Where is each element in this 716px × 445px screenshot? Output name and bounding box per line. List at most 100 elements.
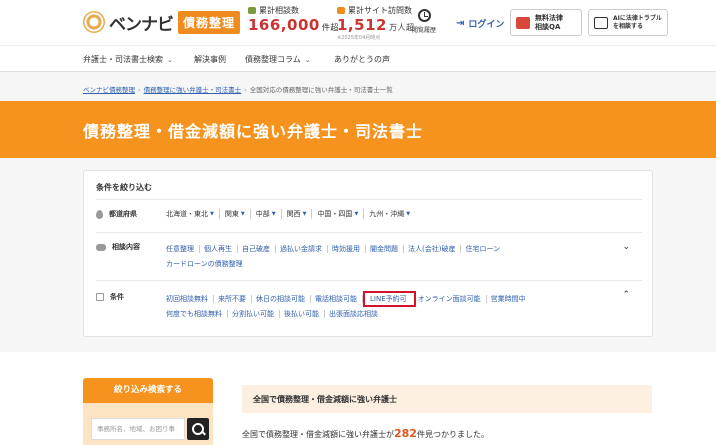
chat-icon: [248, 7, 256, 14]
region-hokkaido-tohoku[interactable]: 北海道・東北 ▼: [166, 209, 220, 219]
condition-option-free-first[interactable]: 初回相談無料: [166, 295, 214, 303]
results-prefix: 全国で債務整理・借金減額に強い弁護士が: [242, 430, 394, 439]
login-icon: ⇥: [456, 18, 465, 29]
ai-button-line2: を相談する: [613, 22, 644, 30]
consult-option-cardloan[interactable]: カードローンの債務整理: [166, 260, 248, 268]
sidebar-search-panel: [83, 403, 213, 445]
results-heading-text: 全国で債務整理・借金減額に強い弁護士: [253, 395, 397, 404]
legal-qa-button[interactable]: 無料法律 相談QA: [510, 9, 582, 36]
chevron-down-icon: ▼: [302, 211, 307, 217]
divider: [96, 280, 642, 281]
person-icon: [337, 7, 345, 14]
filter-row-consult: 相談内容 任意整理 個人再生 自己破産 過払い金請求 時効援用 闇金問題 法人(会社)破産住…: [96, 242, 642, 272]
nav-item-label: 解決事例: [194, 55, 226, 64]
condition-option-installment[interactable]: 分割払い可能: [232, 310, 280, 318]
chevron-down-icon: ⌄: [167, 55, 173, 64]
nav-item-lawyer-search[interactable]: 弁護士・司法書士検索 ⌄: [83, 54, 173, 65]
consult-label: 相談内容: [112, 243, 140, 251]
chevron-down-icon: ⌄: [304, 55, 311, 64]
condition-option-holiday[interactable]: 休日の相談可能: [256, 295, 311, 303]
divider: [96, 199, 642, 200]
consult-option-hojin[interactable]: 法人(会社)破産: [408, 245, 462, 253]
logo-mark-icon: [83, 11, 105, 33]
history-label: 閲覧履歴: [411, 27, 436, 34]
site-logo[interactable]: ベンナビ 債務整理: [83, 9, 241, 35]
page-title: 債務整理・借金減額に強い弁護士・司法書士: [83, 122, 424, 141]
results-heading: 全国で債務整理・借金減額に強い弁護士: [242, 385, 652, 413]
condition-options: 初回相談無料 来所不要 休日の相談可能 電話相談可能 LINE予約可 オンライン面談可能営…: [166, 291, 596, 322]
nav-item-cases[interactable]: 解決事例: [194, 54, 226, 65]
condition-option-deferred[interactable]: 後払い可能: [284, 310, 325, 318]
condition-option-line[interactable]: LINE予約可: [363, 291, 416, 307]
region-list: 北海道・東北 ▼ 関東 ▼ 中部 ▼ 関西 ▼ 中国・四国 ▼ 九州・沖縄 ▼: [166, 209, 415, 219]
nav-item-label: 債務整理コラム: [245, 55, 301, 64]
consult-option-yamikin[interactable]: 闇金問題: [370, 245, 404, 253]
logo-text: ベンナビ: [109, 14, 174, 35]
location-pin-icon: [96, 209, 103, 219]
history-button[interactable]: 閲覧履歴: [409, 9, 439, 34]
chevron-down-icon: ▼: [210, 211, 214, 217]
chevron-down-icon: ▼: [271, 211, 276, 217]
condition-option-phone[interactable]: 電話相談可能: [315, 295, 363, 303]
region-chubu[interactable]: 中部 ▼: [251, 209, 282, 219]
breadcrumb-link-home[interactable]: ベンナビ債務整理: [83, 86, 135, 94]
login-link[interactable]: ⇥ ログイン: [456, 17, 504, 30]
consult-option-kojin[interactable]: 個人再生: [204, 245, 238, 253]
ai-consult-button[interactable]: AIに法律トラブル を相談する: [588, 9, 668, 36]
consult-option-jutaku[interactable]: 住宅ローン: [465, 245, 505, 253]
results-count: 282: [394, 427, 417, 440]
login-label: ログイン: [468, 20, 505, 30]
page-banner: 債務整理・借金減額に強い弁護士・司法書士: [0, 101, 716, 158]
nav-item-column[interactable]: 債務整理コラム ⌄: [245, 54, 311, 65]
ai-button-line1: AIに法律トラブル: [613, 15, 662, 22]
qa-button-line2: 相談QA: [535, 22, 561, 31]
breadcrumb-current: 全国対応の債務整理に強い弁護士・司法書士一覧: [249, 86, 393, 94]
filter-title: 条件を絞り込む: [96, 183, 152, 192]
filter-panel: 条件を絞り込む 都道府県 北海道・東北 ▼ 関東 ▼ 中部 ▼ 関西 ▼ 中国・四国 ▼ …: [83, 170, 653, 337]
results-count-line: 全国で債務整理・借金減額に強い弁護士が282件見つかりました。: [242, 427, 489, 440]
site-header: ベンナビ 債務整理 累計相談数 166,000 件超 累計サイト訪問数 1,512…: [0, 0, 716, 45]
filter-row-condition: 条件 初回相談無料 来所不要 休日の相談可能 電話相談可能 LINE予約可 オンライン面談…: [96, 290, 642, 322]
results-suffix: 件見つかりました。: [416, 430, 489, 439]
search-icon[interactable]: [187, 418, 209, 440]
sidebar-search-title: 絞り込み検索する: [83, 378, 213, 403]
stat-consultations: 累計相談数 166,000 件超: [248, 5, 339, 34]
filter-row-region: 都道府県 北海道・東北 ▼ 関東 ▼ 中部 ▼ 関西 ▼ 中国・四国 ▼ 九州・沖縄 ▼: [96, 209, 642, 221]
chevron-down-icon: ▼: [354, 211, 359, 217]
consult-option-jiko[interactable]: 自己破産: [242, 245, 276, 253]
condition-option-on-site[interactable]: 出張面談応相談: [329, 310, 383, 318]
history-icon: [417, 9, 431, 22]
stat-consultations-value: 166,000: [248, 16, 320, 34]
condition-option-unlimited-free[interactable]: 何度でも相談無料: [166, 310, 228, 318]
breadcrumb: ベンナビ債務整理 › 債務整理に強い弁護士・司法書士 › 全国対応の債務整理に強い弁護士…: [83, 86, 393, 94]
nav-item-label: 弁護士・司法書士検索: [83, 55, 163, 64]
region-kanto[interactable]: 関東 ▼: [220, 209, 251, 219]
condition-option-no-visit[interactable]: 来所不要: [218, 295, 252, 303]
keyword-search-input[interactable]: [91, 418, 185, 440]
chevron-up-icon[interactable]: ⌃: [622, 290, 630, 300]
ai-icon: [594, 16, 608, 29]
chat-bubble-icon: [96, 243, 106, 251]
stat-visitors-value: 1,512: [337, 16, 387, 34]
breadcrumb-link-category[interactable]: 債務整理に強い弁護士・司法書士: [144, 86, 242, 94]
checkbox-icon: [96, 293, 104, 301]
region-kyushu-okinawa[interactable]: 九州・沖縄 ▼: [364, 209, 415, 219]
chevron-down-icon[interactable]: ⌄: [622, 242, 630, 252]
consult-option-nini[interactable]: 任意整理: [166, 245, 200, 253]
consult-option-jiko-enyo[interactable]: 時効援用: [332, 245, 366, 253]
stat-visitors-note: ※2025年04月時点: [337, 35, 381, 41]
region-kansai[interactable]: 関西 ▼: [282, 209, 313, 219]
divider: [96, 232, 642, 233]
chevron-down-icon: ▼: [240, 211, 245, 217]
condition-option-business-hours[interactable]: 営業時間中: [491, 295, 531, 303]
main-nav: 弁護士・司法書士検索 ⌄ 解決事例 債務整理コラム ⌄ ありがとうの声: [0, 45, 716, 72]
consult-option-kabarai[interactable]: 過払い金請求: [280, 245, 328, 253]
condition-label: 条件: [110, 293, 124, 301]
nav-item-label: ありがとうの声: [334, 55, 390, 64]
region-chugoku-shikoku[interactable]: 中国・四国 ▼: [312, 209, 365, 219]
consult-options: 任意整理 個人再生 自己破産 過払い金請求 時効援用 闇金問題 法人(会社)破産 住宅ローンカ…: [166, 242, 596, 272]
logo-badge: 債務整理: [178, 10, 241, 34]
qa-button-line1: 無料法律: [535, 13, 563, 22]
condition-option-online[interactable]: オンライン面談可能: [418, 295, 487, 303]
nav-item-thanks[interactable]: ありがとうの声: [334, 54, 390, 65]
